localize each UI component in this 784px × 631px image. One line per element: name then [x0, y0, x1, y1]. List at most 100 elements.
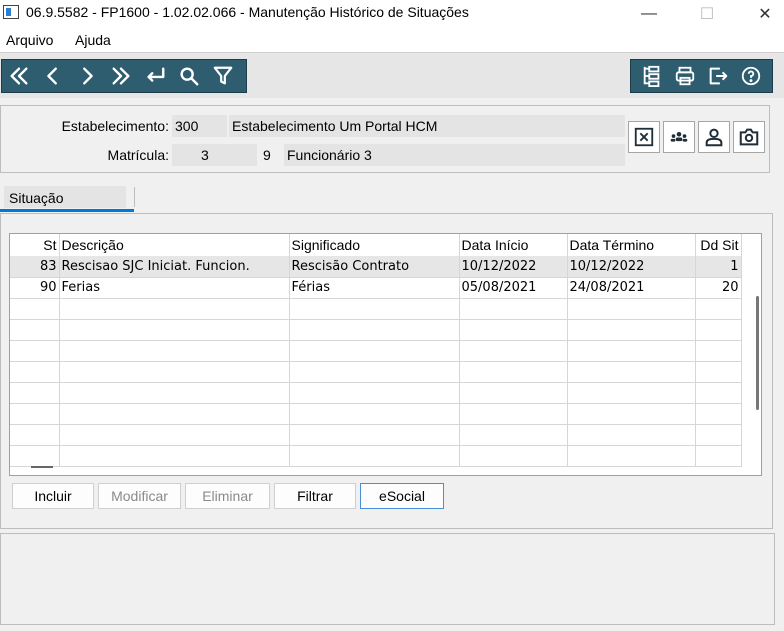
cell-data-termino: 24/08/2021 — [567, 277, 696, 299]
eliminar-button[interactable]: Eliminar — [185, 483, 270, 509]
funcionario-name-field: Funcionário 3 — [284, 144, 625, 166]
cell-data-inicio: 05/08/2021 — [459, 277, 568, 299]
cell-descricao: Ferias — [59, 277, 290, 299]
cell-data-termino — [567, 361, 696, 383]
table-row-empty[interactable] — [10, 298, 742, 320]
close-button[interactable]: ✕ — [742, 0, 784, 28]
esocial-button[interactable]: eSocial — [360, 483, 444, 509]
cell-descricao — [59, 424, 290, 446]
table-header-row: St Descrição Significado Data Início Dat… — [10, 234, 742, 256]
cell-data-inicio — [459, 424, 568, 446]
modificar-button[interactable]: Modificar — [98, 483, 181, 509]
search-icon[interactable] — [172, 60, 206, 92]
table-row-empty[interactable] — [10, 340, 742, 362]
cell-data-inicio — [459, 403, 568, 425]
menu-ajuda[interactable]: Ajuda — [75, 32, 111, 48]
cell-st — [10, 361, 60, 383]
cell-significado — [289, 298, 460, 320]
column-header-descricao[interactable]: Descrição — [59, 234, 290, 256]
cell-descricao — [59, 340, 290, 362]
cell-data-termino: 10/12/2022 — [567, 256, 696, 278]
tab-active-indicator — [0, 209, 134, 212]
cell-data-termino — [567, 445, 696, 467]
vertical-scrollbar[interactable] — [756, 296, 759, 410]
cell-significado — [289, 445, 460, 467]
maximize-button[interactable]: ☐ — [684, 0, 730, 28]
tab-situacao[interactable]: Situação — [0, 186, 134, 212]
cell-data-termino — [567, 340, 696, 362]
table-row-empty[interactable] — [10, 424, 742, 446]
utility-toolbar — [630, 59, 773, 93]
column-header-significado[interactable]: Significado — [289, 234, 460, 256]
cell-descricao — [59, 382, 290, 404]
next-record-icon[interactable] — [70, 60, 104, 92]
minimize-button[interactable]: — — [626, 0, 672, 28]
incluir-button[interactable]: Incluir — [12, 483, 94, 509]
horizontal-scrollbar[interactable] — [31, 466, 53, 468]
cell-data-inicio — [459, 298, 568, 320]
column-header-data-termino[interactable]: Data Término — [567, 234, 696, 256]
cell-data-termino — [567, 424, 696, 446]
cell-st — [10, 424, 60, 446]
cell-significado — [289, 361, 460, 383]
table-row-empty[interactable] — [10, 403, 742, 425]
help-icon[interactable] — [736, 60, 766, 92]
cell-significado — [289, 319, 460, 341]
group-icon[interactable] — [663, 121, 695, 153]
cell-st — [10, 298, 60, 320]
exit-icon[interactable] — [703, 60, 733, 92]
filter-icon[interactable] — [206, 60, 240, 92]
tree-view-icon[interactable] — [637, 60, 667, 92]
table-row-empty[interactable] — [10, 445, 742, 467]
last-record-icon[interactable] — [104, 60, 138, 92]
cell-data-inicio: 10/12/2022 — [459, 256, 568, 278]
cell-st — [10, 445, 60, 467]
menu-bar: Arquivo Ajuda — [0, 28, 784, 52]
cell-significado — [289, 424, 460, 446]
cell-st — [10, 319, 60, 341]
column-header-st[interactable]: St — [10, 234, 60, 256]
situations-grid[interactable]: St Descrição Significado Data Início Dat… — [9, 233, 762, 476]
cell-st: 83 — [10, 256, 60, 278]
matricula-field[interactable]: 3 — [172, 144, 257, 166]
cell-data-inicio — [459, 445, 568, 467]
menu-arquivo[interactable]: Arquivo — [6, 32, 53, 48]
cell-dd-sit — [695, 403, 742, 425]
cancel-icon[interactable] — [628, 121, 660, 153]
cell-data-termino — [567, 403, 696, 425]
cell-data-inicio — [459, 319, 568, 341]
navigation-toolbar — [1, 59, 247, 93]
column-header-data-inicio[interactable]: Data Início — [459, 234, 568, 256]
person-icon[interactable] — [698, 121, 730, 153]
table-row-empty[interactable] — [10, 382, 742, 404]
first-record-icon[interactable] — [2, 60, 36, 92]
camera-icon[interactable] — [733, 121, 765, 153]
table-row[interactable]: 90 Ferias Férias 05/08/2021 24/08/2021 2… — [10, 277, 742, 299]
table-row-empty[interactable] — [10, 361, 742, 383]
cell-significado: Férias — [289, 277, 460, 299]
previous-record-icon[interactable] — [36, 60, 70, 92]
estabelecimento-label: Estabelecimento: — [61, 118, 169, 134]
table-row[interactable]: 83 Rescisao SJC Iniciat. Funcion. Rescis… — [10, 256, 742, 278]
cell-significado: Rescisão Contrato — [289, 256, 460, 278]
window-title: 06.9.5582 - FP1600 - 1.02.02.066 - Manut… — [26, 4, 469, 20]
cell-significado — [289, 403, 460, 425]
filtrar-button[interactable]: Filtrar — [274, 483, 356, 509]
estabelecimento-name-field: Estabelecimento Um Portal HCM — [229, 115, 625, 137]
cell-dd-sit — [695, 382, 742, 404]
header-action-buttons — [628, 121, 765, 153]
status-panel — [0, 533, 775, 625]
tab-separator — [134, 187, 135, 207]
goto-icon[interactable] — [138, 60, 172, 92]
header-panel: Estabelecimento: 300 Estabelecimento Um … — [0, 105, 770, 173]
column-header-dd-sit[interactable]: Dd Sit — [695, 234, 742, 256]
print-icon[interactable] — [670, 60, 700, 92]
cell-data-inicio — [459, 340, 568, 362]
matricula-digit: 9 — [259, 144, 282, 166]
cell-descricao — [59, 298, 290, 320]
cell-descricao — [59, 361, 290, 383]
table-row-empty[interactable] — [10, 319, 742, 341]
cell-descricao: Rescisao SJC Iniciat. Funcion. — [59, 256, 290, 278]
cell-data-termino — [567, 298, 696, 320]
estabelecimento-code-field[interactable]: 300 — [172, 115, 227, 137]
